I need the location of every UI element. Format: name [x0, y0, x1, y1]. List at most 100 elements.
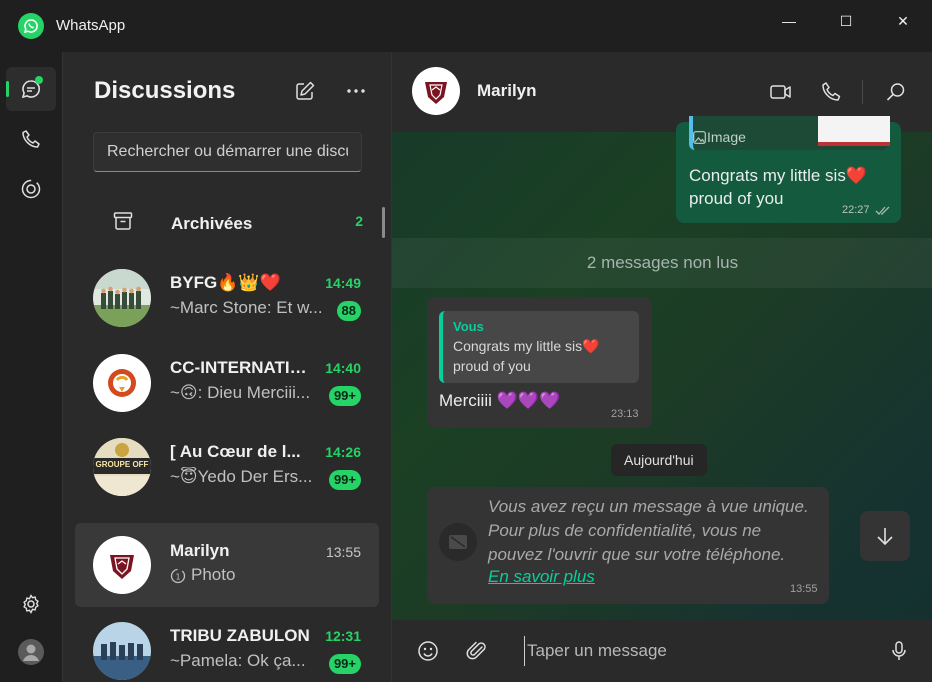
view-once-icon: 1 [170, 568, 186, 584]
incoming-message[interactable]: Vous Congrats my little sis❤️ proud of y… [427, 297, 652, 428]
notification-dot [35, 76, 43, 84]
new-chat-button[interactable] [294, 80, 316, 102]
chat-preview: ~Marc Stone: Et w... [170, 298, 323, 317]
learn-more-link[interactable]: En savoir plus [488, 567, 595, 587]
quoted-image-label: Image [707, 129, 746, 145]
message-time: 22:27 [842, 204, 870, 216]
chat-item-cc-international[interactable]: CC-INTERNATIONAL 14:40 ~🙃: Dieu Merciii.… [75, 341, 379, 425]
status-nav-button[interactable] [6, 167, 56, 211]
video-call-button[interactable] [769, 80, 793, 104]
cc-logo-avatar [93, 354, 151, 412]
search-input[interactable] [94, 133, 361, 171]
contact-name[interactable]: Marilyn [477, 81, 537, 101]
search-in-chat-button[interactable] [884, 80, 908, 104]
image-icon [693, 131, 706, 144]
view-once-placeholder-icon [439, 523, 477, 561]
group-photo-avatar [93, 622, 151, 680]
unread-label: 2 messages non lus [586, 253, 739, 272]
calls-nav-button[interactable] [6, 117, 56, 161]
minimize-button[interactable]: — [769, 8, 809, 34]
unread-badge: 88 [336, 301, 361, 321]
chat-time: 14:40 [325, 360, 361, 376]
settings-nav-button[interactable] [6, 582, 56, 626]
status-icon [21, 179, 41, 199]
chat-time: 14:26 [325, 444, 361, 460]
unread-badge: 99+ [328, 470, 361, 490]
chat-time: 14:49 [325, 275, 361, 291]
archived-chats-row[interactable]: Archivées 2 [76, 198, 373, 244]
archived-count: 2 [355, 213, 363, 229]
voice-call-button[interactable] [819, 80, 843, 104]
voice-message-button[interactable] [887, 639, 911, 663]
video-camera-icon [770, 85, 791, 99]
view-once-message[interactable]: Vous avez reçu un message à vue unique. … [427, 487, 829, 604]
marilyn-avatar [93, 536, 151, 594]
chat-preview: Photo [191, 565, 236, 584]
quoted-message[interactable]: Vous Congrats my little sis❤️ proud of y… [439, 311, 639, 383]
header-separator [862, 80, 863, 104]
message-input[interactable] [524, 636, 854, 666]
outgoing-message[interactable]: Image Congrats my little sis❤️ proud of … [676, 116, 901, 223]
close-button[interactable]: ✕ [883, 8, 923, 34]
message-time: 13:55 [790, 583, 818, 595]
unread-badge: 99+ [328, 386, 361, 406]
message-composer [392, 620, 932, 682]
chat-list-title: Discussions [94, 77, 236, 104]
chat-name: Marilyn [170, 541, 230, 560]
search-icon [886, 83, 905, 101]
image-thumbnail [818, 116, 890, 146]
profile-nav-button[interactable] [6, 630, 56, 674]
microphone-icon [892, 641, 906, 660]
chat-preview: ~Pamela: Ok ça... [170, 651, 306, 670]
message-time: 23:13 [611, 408, 639, 420]
arrow-down-icon [877, 528, 893, 546]
contact-avatar[interactable] [412, 67, 460, 115]
title-bar: WhatsApp — ☐ ✕ [0, 0, 932, 52]
conversation-panel: Marilyn Image Congrats my little sis❤️ p… [391, 52, 932, 682]
ellipsis-icon [347, 89, 365, 93]
unread-divider: 2 messages non lus [392, 238, 932, 288]
smiley-icon [418, 641, 438, 661]
chat-name: [ Au Cœur de l... [170, 442, 301, 461]
chat-name: BYFG🔥👑❤️ [170, 273, 281, 292]
maximize-button[interactable]: ☐ [826, 8, 866, 34]
chat-preview: ~🙃: Dieu Merciii... [170, 383, 311, 402]
attach-button[interactable] [465, 639, 489, 663]
scroll-to-bottom-button[interactable] [860, 511, 910, 561]
chats-nav-button[interactable] [6, 67, 56, 111]
quoted-image: Image [689, 116, 890, 150]
phone-icon [822, 82, 841, 101]
avatar-placeholder-icon [18, 639, 44, 665]
chat-preview: ~😇Yedo Der Ers... [170, 467, 313, 486]
chat-name: TRIBU ZABULON [170, 626, 310, 645]
quote-author: Vous [453, 319, 484, 334]
chat-item-marilyn[interactable]: Marilyn 13:55 1 Photo [75, 523, 379, 607]
gear-icon [23, 594, 39, 614]
groupe-off-avatar: GROUPE OFF [93, 438, 151, 496]
compose-icon [296, 81, 315, 100]
chat-item-tribu-zabulon[interactable]: TRIBU ZABULON 12:31 ~Pamela: Ok ça... 99… [75, 609, 379, 682]
emoji-button[interactable] [416, 639, 440, 663]
message-text: Merciiii 💜💜💜 [439, 391, 561, 410]
archived-label: Archivées [171, 214, 253, 233]
chat-name: CC-INTERNATIONAL [170, 358, 310, 377]
more-options-button[interactable] [345, 80, 367, 102]
app-title: WhatsApp [56, 17, 126, 34]
groupe-off-logo-text: GROUPE OFF [95, 460, 149, 469]
active-indicator [6, 81, 9, 97]
svg-text:1: 1 [175, 573, 180, 582]
paperclip-icon [466, 641, 486, 660]
group-photo-avatar [93, 269, 151, 327]
whatsapp-logo-icon [18, 13, 44, 39]
chat-item-au-coeur[interactable]: GROUPE OFF [ Au Cœur de l... 14:26 ~😇Yed… [75, 425, 379, 509]
chat-item-byfg[interactable]: BYFG🔥👑❤️ 14:49 ~Marc Stone: Et w... 88 [75, 256, 379, 340]
navigation-rail [0, 52, 62, 682]
archive-box-icon [113, 212, 133, 230]
double-check-icon [875, 206, 890, 215]
chat-list-scrollbar[interactable] [382, 207, 385, 238]
search-box [93, 132, 362, 172]
unread-badge: 99+ [328, 654, 361, 674]
date-chip: Aujourd'hui [611, 444, 707, 476]
phone-icon [22, 130, 40, 148]
quote-text: Congrats my little sis❤️ proud of you [453, 338, 600, 374]
